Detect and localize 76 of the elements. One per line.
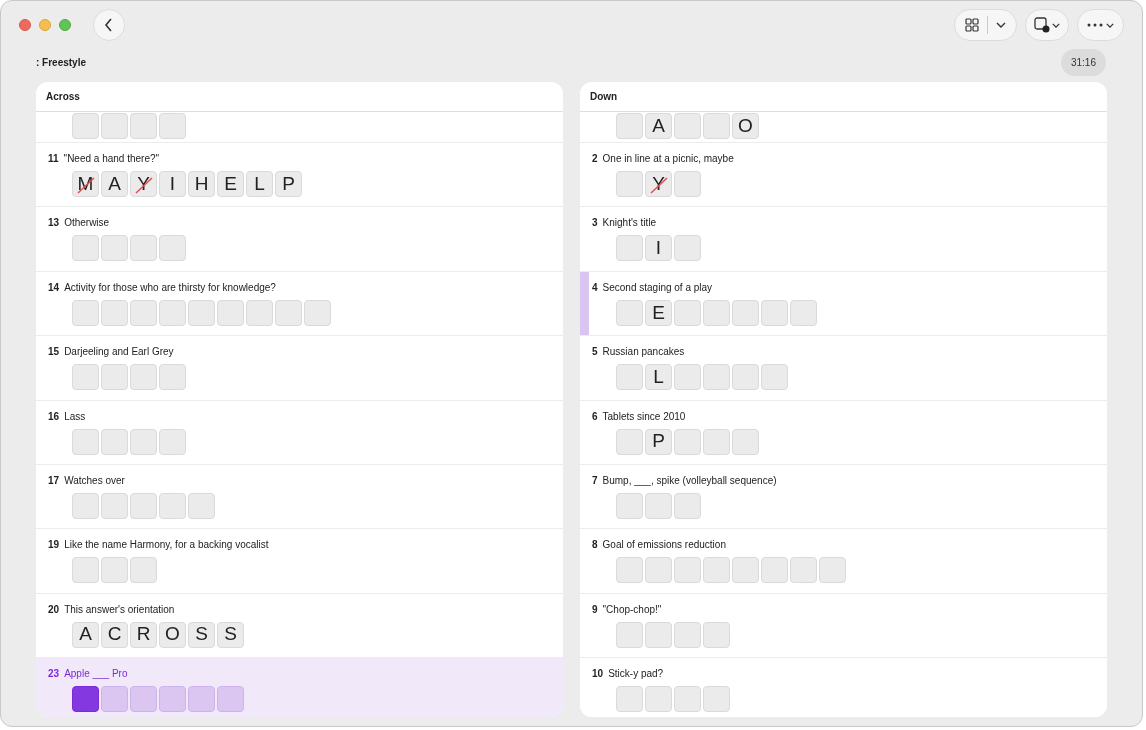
- related-clue-row[interactable]: 4 Second staging of a play E: [580, 271, 1107, 337]
- clue-text[interactable]: Darjeeling and Earl Grey: [64, 344, 174, 360]
- clue-text[interactable]: Tablets since 2010: [602, 408, 686, 424]
- chevron-down-icon: [1052, 22, 1060, 28]
- clue-text[interactable]: Russian pancakes: [602, 344, 685, 360]
- clue-text[interactable]: Knight's title: [602, 215, 657, 231]
- panel-heading: Across: [46, 90, 80, 104]
- letter-square[interactable]: [72, 686, 99, 713]
- letter-square[interactable]: R: [130, 621, 157, 648]
- clue-number: 20: [48, 602, 60, 617]
- letter-square[interactable]: E: [217, 171, 244, 197]
- clue-text[interactable]: Bump, ___, spike (volleyball sequence): [602, 472, 777, 488]
- clue-number: 7: [592, 473, 598, 488]
- clue-number: 4: [592, 280, 598, 295]
- clue-text[interactable]: Like the name Harmony, for a backing vocalist: [64, 537, 269, 553]
- square-check-icon: [1034, 17, 1050, 33]
- chevron-down-icon: [1106, 22, 1114, 28]
- clue-number: 17: [48, 473, 60, 488]
- letter-square[interactable]: A: [645, 113, 672, 139]
- clue-number: 2: [592, 152, 598, 166]
- clue-text[interactable]: Lass: [64, 408, 86, 424]
- letter-square[interactable]: S: [188, 621, 215, 648]
- clue-text[interactable]: One in line at a picnic, maybe: [602, 151, 734, 166]
- clue-row[interactable]: A O: [580, 112, 1107, 143]
- clue-text[interactable]: Stick-y pad?: [608, 666, 664, 682]
- puzzle-title: : Freestyle: [36, 55, 87, 70]
- clue-number: 8: [592, 538, 598, 553]
- letter-square[interactable]: I: [645, 235, 672, 262]
- active-clue-row[interactable]: 23 Apple ___ Pro: [36, 658, 563, 717]
- letter-square[interactable]: A: [101, 171, 128, 197]
- clue-number: 23: [48, 667, 60, 682]
- clue-text[interactable]: Second staging of a play: [602, 279, 713, 295]
- close-window-button[interactable]: [19, 19, 31, 31]
- letter-square[interactable]: O: [159, 621, 186, 648]
- clue-number: 6: [592, 409, 598, 424]
- clue-text[interactable]: "Need a hand there?": [63, 151, 160, 166]
- clue-text[interactable]: "Chop-chop!": [602, 601, 662, 617]
- letter-square[interactable]: H: [188, 171, 215, 197]
- letter-square[interactable]: E: [645, 299, 672, 326]
- clue-number: 3: [592, 216, 598, 231]
- clue-text[interactable]: Activity for those who are thirsty for knowledge?: [64, 279, 276, 295]
- letter-square[interactable]: C: [101, 621, 128, 648]
- clue-number: 5: [592, 345, 598, 360]
- letter-square[interactable]: P: [645, 428, 672, 455]
- clue-text[interactable]: Otherwise: [64, 215, 110, 231]
- clue-text[interactable]: Goal of emissions reduction: [602, 537, 726, 553]
- clue-number: 16: [48, 409, 60, 424]
- clue-number: 15: [48, 345, 60, 360]
- minimize-window-button[interactable]: [39, 19, 51, 31]
- letter-square[interactable]: S: [217, 621, 244, 648]
- clue-number: 10: [592, 667, 604, 682]
- clue-number: 14: [48, 280, 60, 295]
- clue-text[interactable]: Watches over: [64, 472, 125, 488]
- letter-square[interactable]: P: [275, 171, 302, 197]
- clue-number: 19: [48, 538, 60, 553]
- clue-text: Apple ___ Pro: [64, 667, 128, 682]
- more-icon: [1087, 23, 1103, 27]
- clue-number: 9: [592, 602, 598, 617]
- letter-square[interactable]: L: [645, 364, 672, 391]
- letter-square[interactable]: A: [72, 621, 99, 648]
- timer: 31:16: [1060, 48, 1106, 76]
- letter-square[interactable]: L: [246, 171, 273, 197]
- letter-square[interactable]: O: [732, 113, 759, 139]
- more-button[interactable]: [1077, 9, 1124, 41]
- panel-heading: Down: [590, 90, 618, 104]
- letter-square[interactable]: I: [159, 171, 186, 197]
- back-button[interactable]: [93, 9, 125, 41]
- clue-number: 13: [48, 216, 60, 231]
- view-switcher-button[interactable]: [954, 9, 1017, 41]
- chevron-down-icon: [996, 22, 1006, 28]
- clue-text[interactable]: This answer's orientation: [64, 601, 175, 617]
- grid-icon: [965, 18, 979, 32]
- clue-number: 11: [48, 152, 59, 166]
- chevron-left-icon: [104, 18, 114, 32]
- zoom-window-button[interactable]: [59, 19, 71, 31]
- check-puzzle-button[interactable]: [1025, 9, 1069, 41]
